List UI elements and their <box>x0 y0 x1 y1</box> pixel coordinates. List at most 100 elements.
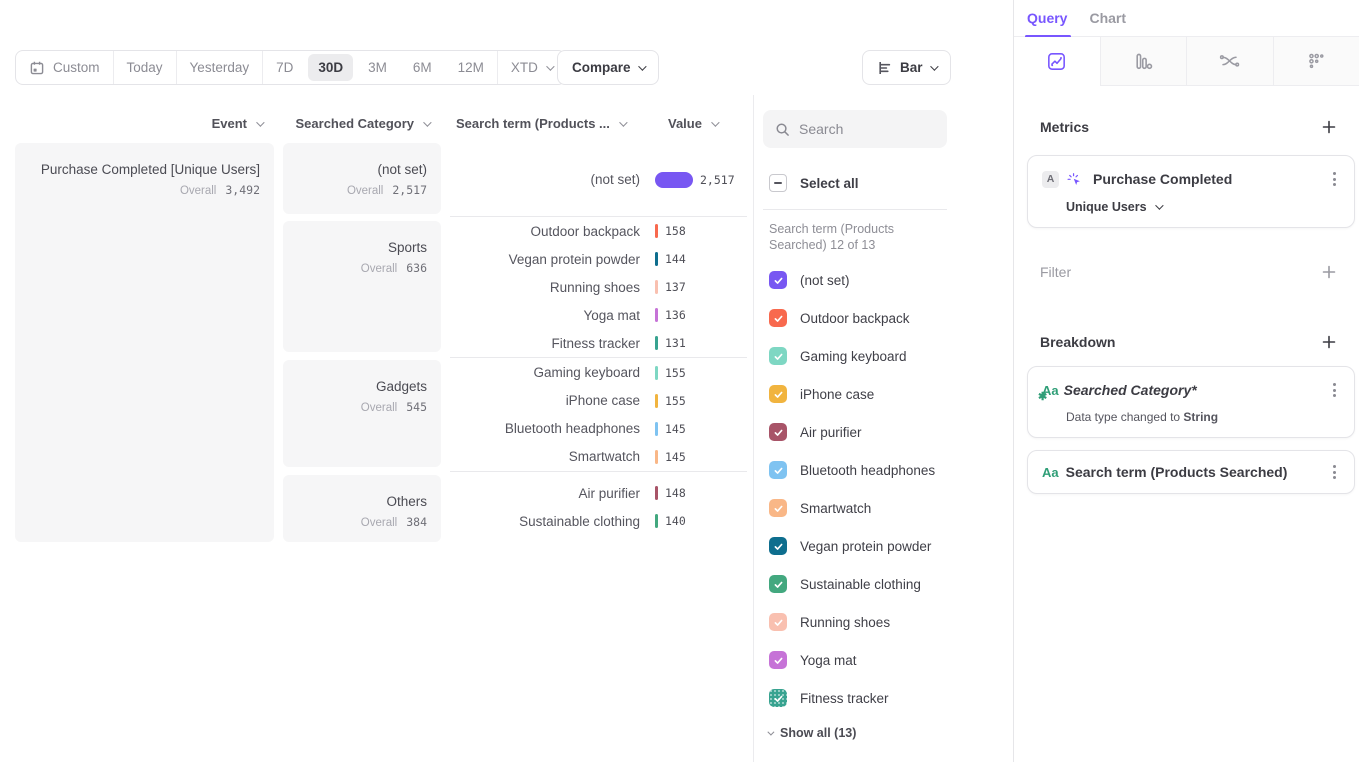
chevron-down-icon <box>930 62 938 70</box>
filter-item[interactable]: Yoga mat <box>769 641 1013 679</box>
add-metric-button[interactable] <box>1321 119 1337 135</box>
compare-button[interactable]: Compare <box>557 50 659 85</box>
value-text: 2,517 <box>700 173 735 187</box>
metric-card[interactable]: A Purchase Completed Unique Users <box>1027 155 1355 228</box>
kebab-menu-icon[interactable] <box>1329 380 1340 400</box>
chart-type-button[interactable]: Bar <box>862 50 951 85</box>
range-button-12m[interactable]: 12M <box>445 51 497 84</box>
breakdown-card-search-term[interactable]: Aa Search term (Products Searched) <box>1027 450 1355 494</box>
checkbox-checked[interactable] <box>769 385 787 403</box>
category-cell[interactable]: OthersOverall384 <box>283 475 441 542</box>
search-input[interactable] <box>799 121 929 137</box>
range-button-6m[interactable]: 6M <box>400 51 445 84</box>
term-label: Fitness tracker <box>450 336 640 351</box>
tab-query[interactable]: Query <box>1027 0 1067 36</box>
checkbox-checked[interactable] <box>769 537 787 555</box>
checkbox-checked[interactable] <box>769 309 787 327</box>
search-box <box>763 110 947 148</box>
range-button-7d[interactable]: 7D <box>262 51 306 84</box>
checkbox-checked[interactable] <box>769 689 787 707</box>
checkbox-checked[interactable] <box>769 423 787 441</box>
chart-type-label: Bar <box>900 60 923 75</box>
filter-item[interactable]: Running shoes <box>769 603 1013 641</box>
term-row[interactable]: Sustainable clothing140 <box>450 507 747 535</box>
filter-item[interactable]: Fitness tracker <box>769 679 1013 717</box>
compare-label: Compare <box>572 60 631 75</box>
overall-value: 384 <box>406 515 427 529</box>
checkbox-checked[interactable] <box>769 271 787 289</box>
sidebar-tabs: Query Chart <box>1014 0 1359 37</box>
term-row[interactable]: Running shoes137 <box>450 273 747 301</box>
term-row[interactable]: iPhone case155 <box>450 387 747 415</box>
checkbox-checked[interactable] <box>769 613 787 631</box>
tab-insights[interactable] <box>1014 37 1100 86</box>
filter-item-label: (not set) <box>800 273 850 288</box>
overall-value: 2,517 <box>392 183 427 197</box>
chevron-down-icon <box>1155 201 1163 209</box>
filter-item[interactable]: Bluetooth headphones <box>769 451 1013 489</box>
filter-item[interactable]: Sustainable clothing <box>769 565 1013 603</box>
term-label: Air purifier <box>450 486 640 501</box>
checkbox-checked[interactable] <box>769 347 787 365</box>
term-label: Sustainable clothing <box>450 514 640 529</box>
column-header-search-term[interactable]: Search term (Products ... <box>456 116 625 131</box>
range-button-30d[interactable]: 30D <box>308 54 353 81</box>
filter-item[interactable]: Gaming keyboard <box>769 337 1013 375</box>
category-cell[interactable]: GadgetsOverall545 <box>283 360 441 467</box>
funnels-icon <box>1133 51 1154 72</box>
tab-funnels[interactable] <box>1100 37 1187 86</box>
term-row[interactable]: Yoga mat136 <box>450 301 747 329</box>
aggregation-dropdown[interactable]: Unique Users <box>1066 200 1340 214</box>
metrics-title: Metrics <box>1040 119 1089 135</box>
term-row[interactable]: Bluetooth headphones145 <box>450 415 747 443</box>
term-row[interactable]: Vegan protein powder144 <box>450 245 747 273</box>
filter-item[interactable]: Smartwatch <box>769 489 1013 527</box>
filter-item[interactable]: (not set) <box>769 261 1013 299</box>
event-cell[interactable]: Purchase Completed [Unique Users] Overal… <box>15 143 274 542</box>
range-button-xtd[interactable]: XTD <box>497 51 565 84</box>
term-row[interactable]: (not set)2,517 <box>450 166 747 194</box>
range-button-yesterday[interactable]: Yesterday <box>176 51 263 84</box>
filter-item-label: Outdoor backpack <box>800 311 910 326</box>
filter-item[interactable]: Vegan protein powder <box>769 527 1013 565</box>
kebab-menu-icon[interactable] <box>1329 169 1340 189</box>
tab-retention[interactable] <box>1273 37 1359 86</box>
column-header-searched-category[interactable]: Searched Category <box>283 116 429 131</box>
category-cell[interactable]: SportsOverall636 <box>283 221 441 352</box>
breakdown-card-searched-category[interactable]: Aa✱ Searched Category* Data type changed… <box>1027 366 1355 438</box>
value-text: 137 <box>665 280 686 294</box>
term-row[interactable]: Air purifier148 <box>450 479 747 507</box>
term-row[interactable]: Fitness tracker131 <box>450 329 747 357</box>
filter-item[interactable]: iPhone case <box>769 375 1013 413</box>
term-row[interactable]: Outdoor backpack158 <box>450 217 747 245</box>
range-button-today[interactable]: Today <box>113 51 176 84</box>
checkbox-checked[interactable] <box>769 651 787 669</box>
checkbox-checked[interactable] <box>769 499 787 517</box>
tab-chart[interactable]: Chart <box>1089 0 1126 36</box>
category-overall: Overall545 <box>293 400 427 414</box>
checkbox-checked[interactable] <box>769 575 787 593</box>
select-all-row[interactable]: Select all <box>769 174 1013 192</box>
kebab-menu-icon[interactable] <box>1329 462 1340 482</box>
add-breakdown-button[interactable] <box>1321 334 1337 350</box>
checkbox-checked[interactable] <box>769 461 787 479</box>
filter-item-label: Vegan protein powder <box>800 539 931 554</box>
show-all-toggle[interactable]: Show all (13) <box>767 726 1013 740</box>
add-filter-button[interactable] <box>1321 264 1337 280</box>
select-all-checkbox[interactable] <box>769 174 787 192</box>
overall-label: Overall <box>361 402 397 414</box>
category-cell[interactable]: (not set)Overall2,517 <box>283 143 441 214</box>
term-row[interactable]: Smartwatch145 <box>450 443 747 471</box>
column-header-event[interactable]: Event <box>15 116 262 131</box>
range-button-custom[interactable]: Custom <box>16 51 113 84</box>
term-row[interactable]: Gaming keyboard155 <box>450 359 747 387</box>
filter-item[interactable]: Air purifier <box>769 413 1013 451</box>
tab-flows[interactable] <box>1186 37 1273 86</box>
insights-icon <box>1046 51 1067 72</box>
chevron-down-icon <box>767 728 774 735</box>
event-name: Purchase Completed [Unique Users] <box>25 161 260 178</box>
filter-item[interactable]: Outdoor backpack <box>769 299 1013 337</box>
filter-item-label: Running shoes <box>800 615 890 630</box>
column-header-value[interactable]: Value <box>668 116 717 131</box>
range-button-3m[interactable]: 3M <box>355 51 400 84</box>
